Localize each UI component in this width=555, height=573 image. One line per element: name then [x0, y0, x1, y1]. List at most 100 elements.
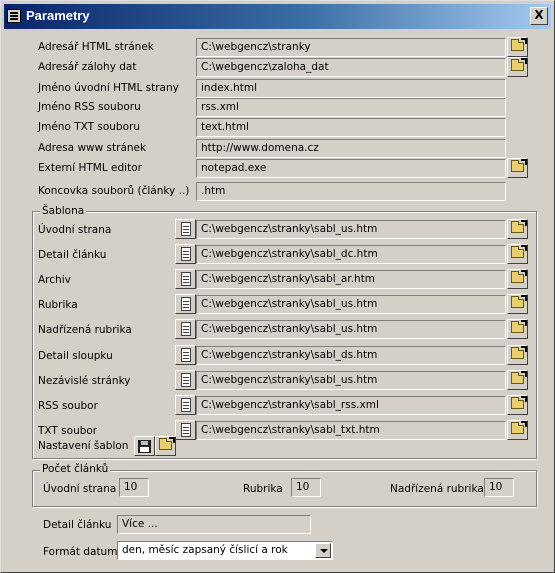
- folder-open-icon: [511, 420, 527, 434]
- template-path-input[interactable]: C:\webgencz\stranky\sabl_txt.htm: [196, 420, 506, 440]
- folder-open-icon: [159, 437, 175, 450]
- folder-open-icon: [511, 295, 527, 309]
- folder-open-icon: [511, 395, 527, 409]
- field-input[interactable]: .htm: [196, 182, 506, 201]
- count-rubrika-input[interactable]: 10: [291, 478, 321, 497]
- template-path-input[interactable]: C:\webgencz\stranky\sabl_ds.htm: [196, 345, 506, 365]
- field-label: Jméno RSS souboru: [38, 101, 141, 113]
- folder-open-icon: [511, 270, 527, 284]
- browse-button[interactable]: [507, 369, 528, 390]
- document-icon: [181, 347, 191, 362]
- template-path-input[interactable]: C:\webgencz\stranky\sabl_us.htm: [196, 295, 506, 315]
- edit-template-button[interactable]: [175, 219, 196, 239]
- field-label: Adresář zálohy dat: [38, 61, 137, 73]
- parametry-window: Parametry X Adresář HTML stránek C:\webge…: [0, 0, 555, 573]
- field-label: Jméno TXT souboru: [38, 121, 140, 133]
- browse-button[interactable]: [507, 294, 528, 315]
- edit-template-button[interactable]: [175, 319, 196, 340]
- browse-button[interactable]: [507, 158, 528, 178]
- date-format-label: Formát datumu: [43, 546, 125, 558]
- template-label: Detail sloupku: [38, 349, 113, 362]
- browse-button[interactable]: [507, 394, 528, 415]
- edit-template-button[interactable]: [175, 394, 196, 415]
- browse-button[interactable]: [507, 319, 528, 340]
- title-bar[interactable]: Parametry X: [4, 4, 551, 29]
- template-label: Rubrika: [38, 299, 78, 312]
- save-templates-button[interactable]: [134, 436, 155, 456]
- template-label: Nezávislé stránky: [38, 374, 131, 387]
- folder-open-icon: [511, 245, 527, 259]
- template-path-input[interactable]: C:\webgencz\stranky\sabl_us.htm: [196, 320, 506, 340]
- field-label: Jméno úvodní HTML strany: [38, 82, 179, 94]
- field-label: Koncovka souborů (články ..): [38, 185, 190, 197]
- template-label: Archiv: [38, 274, 71, 287]
- template-label: RSS soubor: [38, 399, 98, 412]
- detail-input[interactable]: Více ...: [117, 515, 311, 534]
- template-label: Úvodní strana: [38, 224, 112, 236]
- edit-template-button[interactable]: [175, 369, 196, 390]
- field-label: Adresář HTML stránek: [38, 41, 154, 53]
- folder-open-icon: [511, 159, 527, 172]
- template-settings-label: Nastavení šablon: [38, 440, 129, 452]
- template-path-input[interactable]: C:\webgencz\stranky\sabl_ar.htm: [196, 270, 506, 290]
- close-button[interactable]: X: [530, 7, 548, 25]
- edit-template-button[interactable]: [175, 269, 196, 290]
- browse-button[interactable]: [507, 344, 528, 365]
- document-icon: [181, 247, 191, 262]
- document-icon: [181, 297, 191, 312]
- field-input[interactable]: rss.xml: [196, 98, 506, 117]
- count-rubrika-label: Rubrika: [243, 483, 283, 495]
- chevron-down-icon[interactable]: [315, 543, 331, 558]
- date-format-value: den, měsíc zapsaný číslicí a rok: [122, 544, 288, 556]
- edit-template-button[interactable]: [175, 419, 196, 440]
- field-label: Externí HTML editor: [38, 162, 142, 174]
- document-icon: [181, 272, 191, 287]
- template-label: Detail článku: [38, 249, 107, 262]
- folder-open-icon: [511, 320, 527, 334]
- count-home-label: Úvodní strana: [43, 483, 117, 495]
- template-path-input[interactable]: C:\webgencz\stranky\sabl_us.htm: [196, 220, 506, 239]
- edit-template-button[interactable]: [175, 294, 196, 315]
- browse-button[interactable]: [507, 57, 528, 77]
- count-parent-input[interactable]: 10: [484, 478, 514, 497]
- edit-template-button[interactable]: [175, 344, 196, 365]
- template-path-input[interactable]: C:\webgencz\stranky\sabl_rss.xml: [196, 395, 506, 415]
- date-format-select[interactable]: den, měsíc zapsaný číslicí a rok: [117, 541, 333, 560]
- count-home-input[interactable]: 10: [119, 478, 149, 497]
- browse-button[interactable]: [507, 219, 528, 239]
- browse-button[interactable]: [507, 419, 528, 440]
- template-label: TXT soubor: [38, 424, 98, 437]
- document-icon: [181, 372, 191, 387]
- edit-template-button[interactable]: [175, 244, 196, 265]
- document-icon: [181, 322, 191, 337]
- browse-button[interactable]: [507, 244, 528, 265]
- field-input[interactable]: text.html: [196, 118, 506, 137]
- browse-button[interactable]: [507, 37, 528, 57]
- field-input[interactable]: C:\webgencz\zaloha_dat: [196, 58, 506, 77]
- template-label: Nadřízená rubrika: [38, 324, 132, 337]
- document-icon: [181, 397, 191, 412]
- pocet-legend: Počet článků: [40, 463, 111, 475]
- folder-open-icon: [511, 345, 527, 359]
- count-parent-label: Nadřízená rubrika: [390, 483, 484, 495]
- sablona-legend: Šablona: [40, 205, 87, 217]
- folder-open-icon: [511, 220, 527, 233]
- folder-open-icon: [511, 370, 527, 384]
- browse-button[interactable]: [507, 269, 528, 290]
- field-input[interactable]: notepad.exe: [196, 159, 506, 178]
- field-label: Adresa www stránek: [38, 142, 147, 154]
- template-path-input[interactable]: C:\webgencz\stranky\sabl_us.htm: [196, 370, 506, 390]
- detail-label: Detail článku: [43, 519, 112, 531]
- folder-open-icon: [511, 58, 527, 71]
- document-icon: [181, 222, 191, 236]
- field-input[interactable]: index.html: [196, 79, 506, 98]
- field-input[interactable]: C:\webgencz\stranky: [196, 38, 506, 57]
- template-path-input[interactable]: C:\webgencz\stranky\sabl_dc.htm: [196, 245, 506, 265]
- open-templates-button[interactable]: [155, 436, 176, 456]
- window-title: Parametry: [26, 8, 90, 23]
- field-input[interactable]: http://www.domena.cz: [196, 139, 506, 158]
- document-icon: [181, 422, 191, 437]
- folder-open-icon: [511, 38, 527, 51]
- floppy-disk-icon: [138, 440, 151, 453]
- system-menu-icon[interactable]: [7, 9, 21, 23]
